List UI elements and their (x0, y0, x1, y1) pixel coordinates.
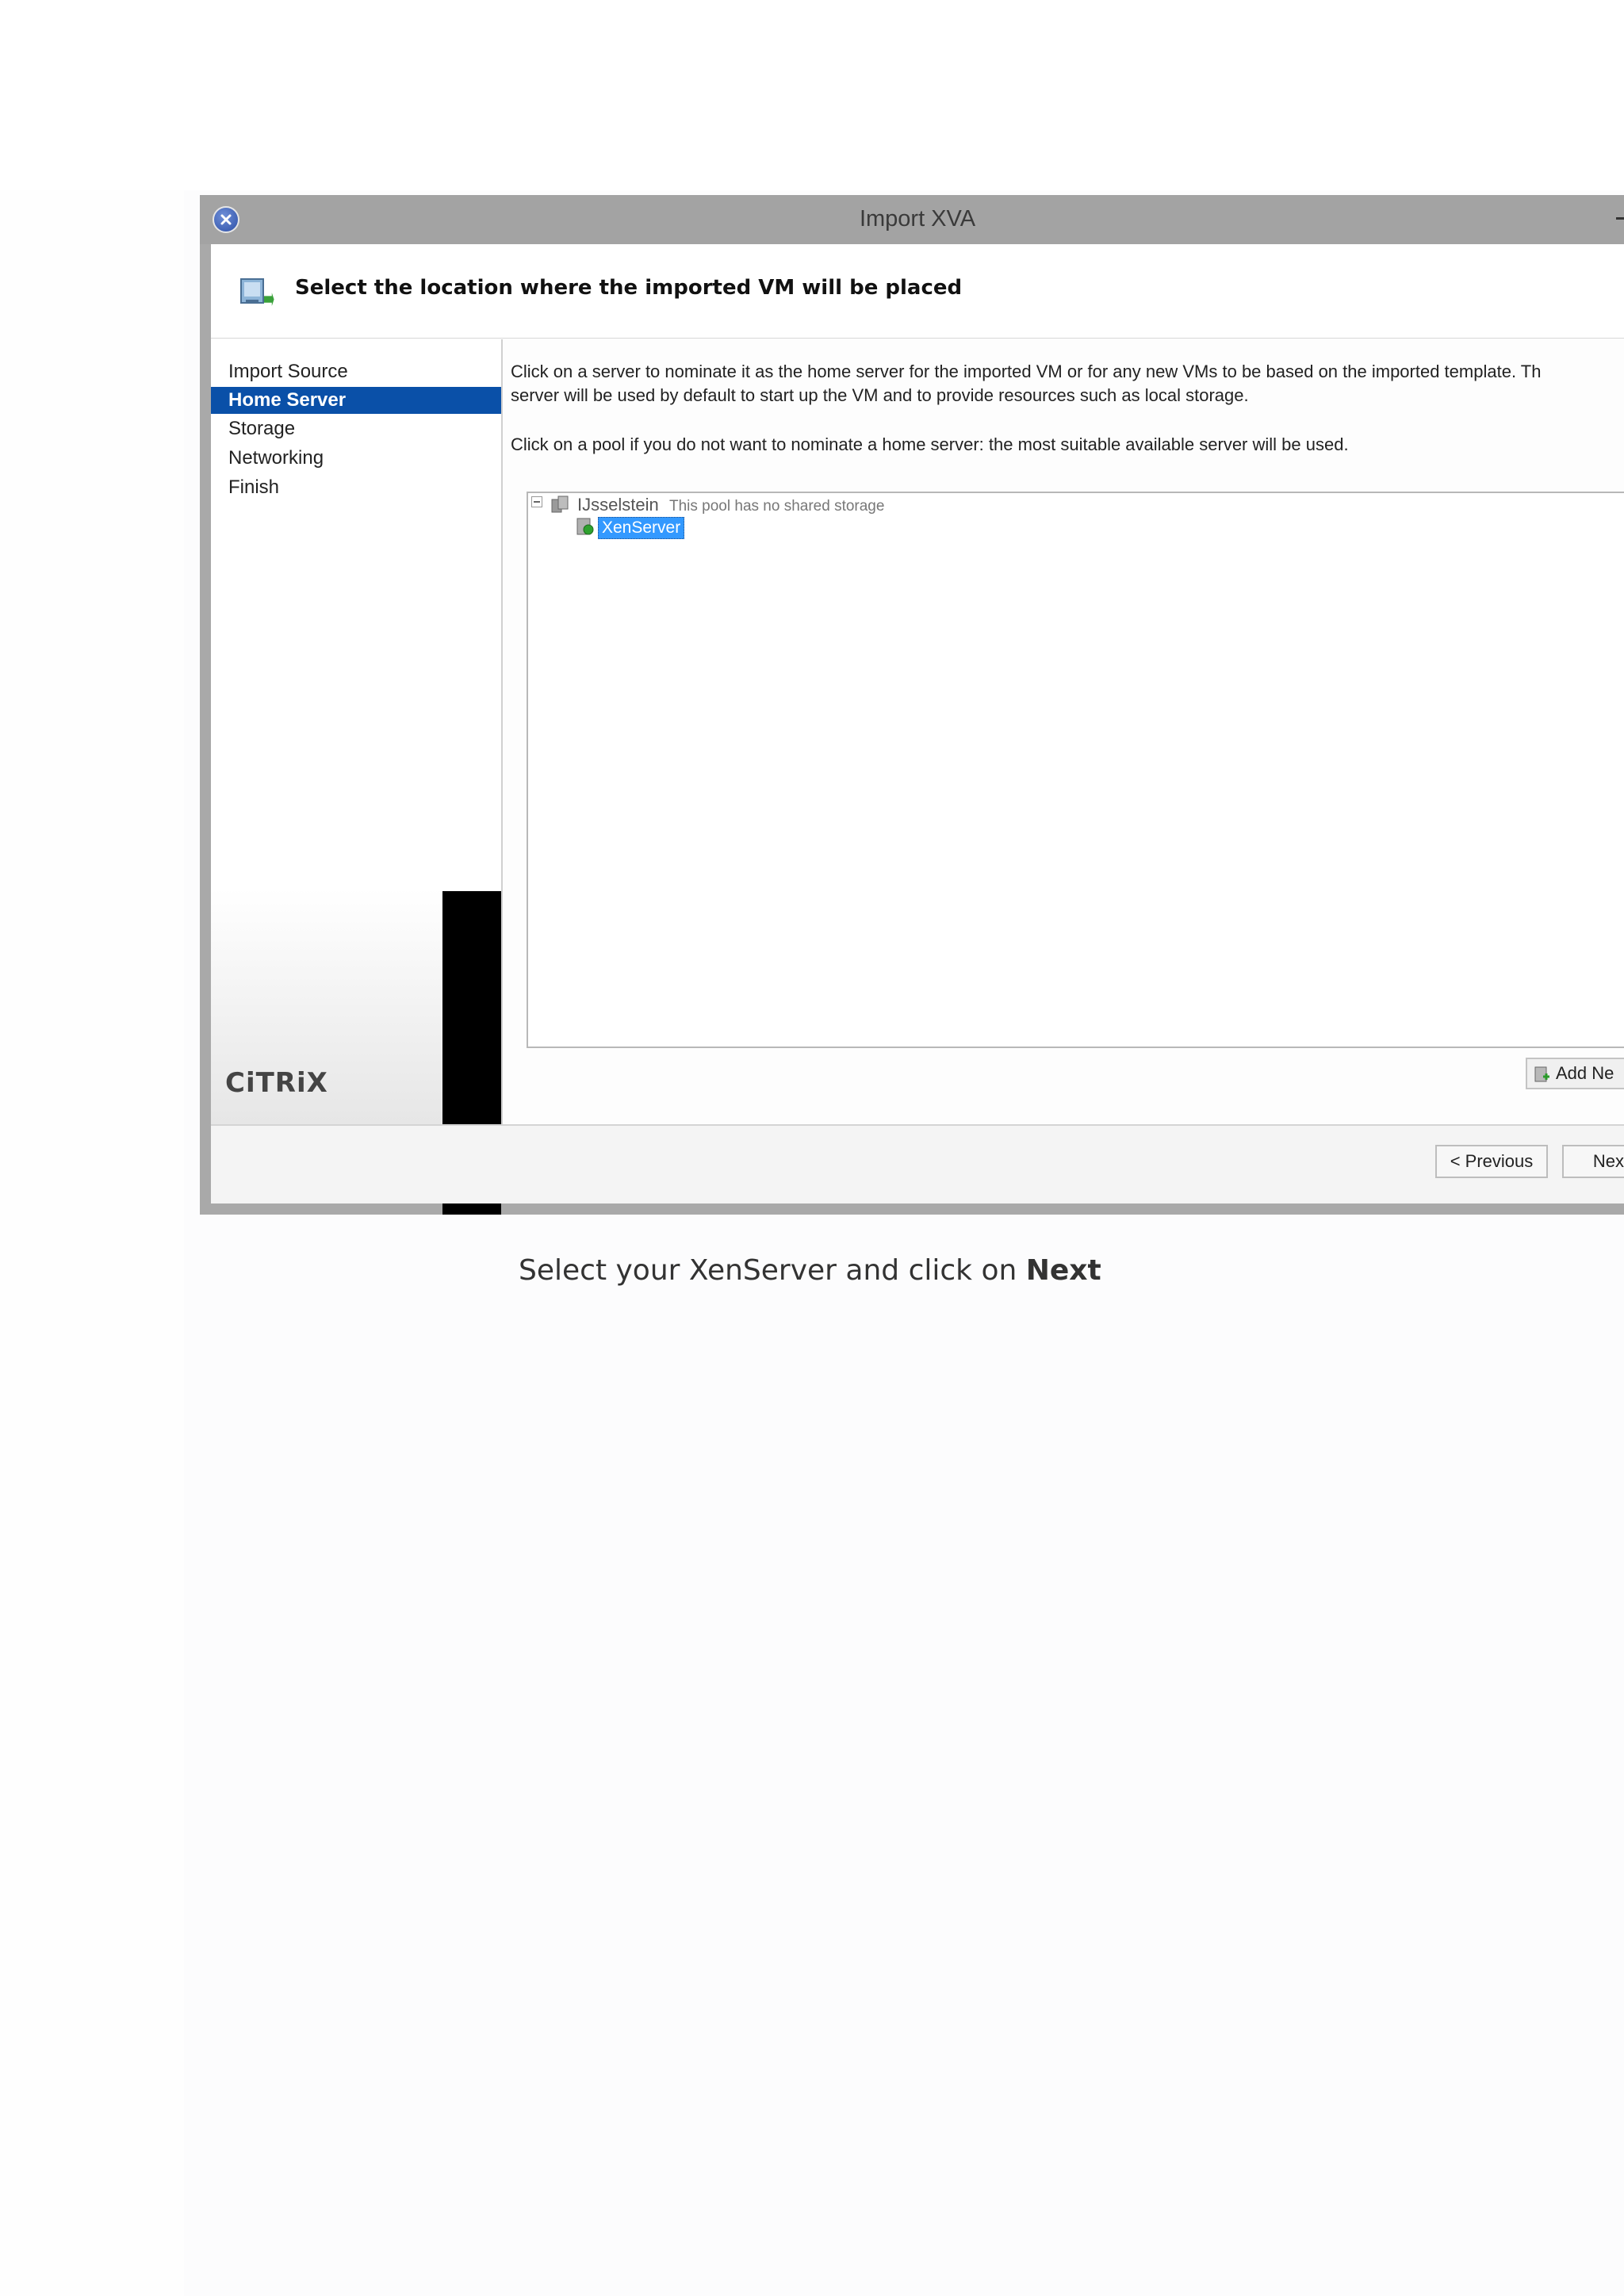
wizard-footer: < Previous Next > (211, 1124, 1624, 1203)
server-tree[interactable]: IJsselstein This pool has no shared stor… (527, 492, 1624, 1048)
step-finish[interactable]: Finish (211, 474, 501, 501)
next-button[interactable]: Next > (1562, 1145, 1624, 1178)
description-line-2: server will be used by default to start … (511, 385, 1249, 405)
collapse-icon[interactable] (531, 496, 542, 507)
add-new-server-button[interactable]: Add Ne (1526, 1058, 1624, 1089)
wizard-header: Select the location where the imported V… (211, 244, 1624, 339)
pool-note: This pool has no shared storage (669, 498, 885, 515)
pool-item[interactable]: IJsselstein (577, 495, 659, 515)
description-line-1: Click on a server to nominate it as the … (511, 362, 1542, 381)
home-server-panel: Click on a server to nominate it as the … (503, 339, 1624, 1124)
window-title: Import XVA (859, 206, 976, 232)
import-xva-window: Import XVA Select the location where the… (200, 195, 1624, 1215)
caption-emphasis: Next (1025, 1254, 1101, 1287)
minimize-icon[interactable] (1616, 217, 1624, 220)
pool-icon (550, 495, 571, 517)
instruction-caption: Select your XenServer and click on Next (519, 1254, 1101, 1287)
server-icon (576, 517, 595, 539)
add-new-label: Add Ne (1556, 1063, 1614, 1083)
caption-text: Select your XenServer and click on (519, 1254, 1026, 1287)
add-server-icon (1534, 1066, 1549, 1082)
step-import-source[interactable]: Import Source (211, 358, 501, 385)
previous-button[interactable]: < Previous (1435, 1145, 1548, 1178)
step-home-server[interactable]: Home Server (211, 387, 501, 414)
import-vm-icon (236, 273, 274, 312)
citrix-logo: CiTRiX (225, 1067, 328, 1099)
server-item-xenserver[interactable]: XenServer (598, 517, 685, 539)
page-title: Select the location where the imported V… (295, 276, 963, 300)
step-networking[interactable]: Networking (211, 445, 501, 472)
page-top (0, 0, 1624, 190)
title-bar[interactable]: Import XVA (200, 195, 1624, 244)
step-storage[interactable]: Storage (211, 415, 501, 442)
wizard-body: Select the location where the imported V… (211, 244, 1624, 1215)
description-line-3: Click on a pool if you do not want to no… (511, 434, 1349, 454)
